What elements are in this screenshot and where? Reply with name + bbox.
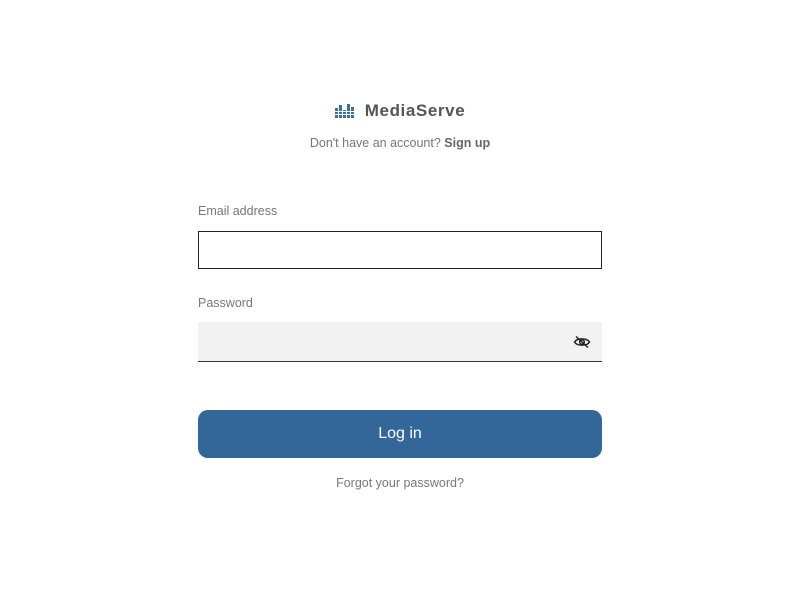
email-field[interactable]	[198, 231, 602, 269]
forgot-password-link[interactable]: Forgot your password?	[0, 476, 800, 490]
password-field-container	[198, 322, 602, 362]
signup-link[interactable]: Sign up	[444, 136, 490, 150]
password-field[interactable]	[198, 322, 578, 360]
login-button[interactable]: Log in	[198, 410, 602, 458]
equalizer-logo-icon	[334, 104, 357, 118]
brand-header: MediaServe	[0, 101, 800, 121]
brand-name: MediaServe	[364, 101, 466, 120]
signup-prompt-text: Don't have an account?	[309, 136, 441, 150]
login-page: MediaServe Don't have an account? Sign u…	[0, 0, 800, 600]
email-label: Email address	[198, 204, 278, 218]
password-label: Password	[198, 296, 253, 310]
eye-hidden-icon[interactable]	[573, 334, 591, 350]
signup-prompt: Don't have an account? Sign up	[0, 136, 800, 150]
